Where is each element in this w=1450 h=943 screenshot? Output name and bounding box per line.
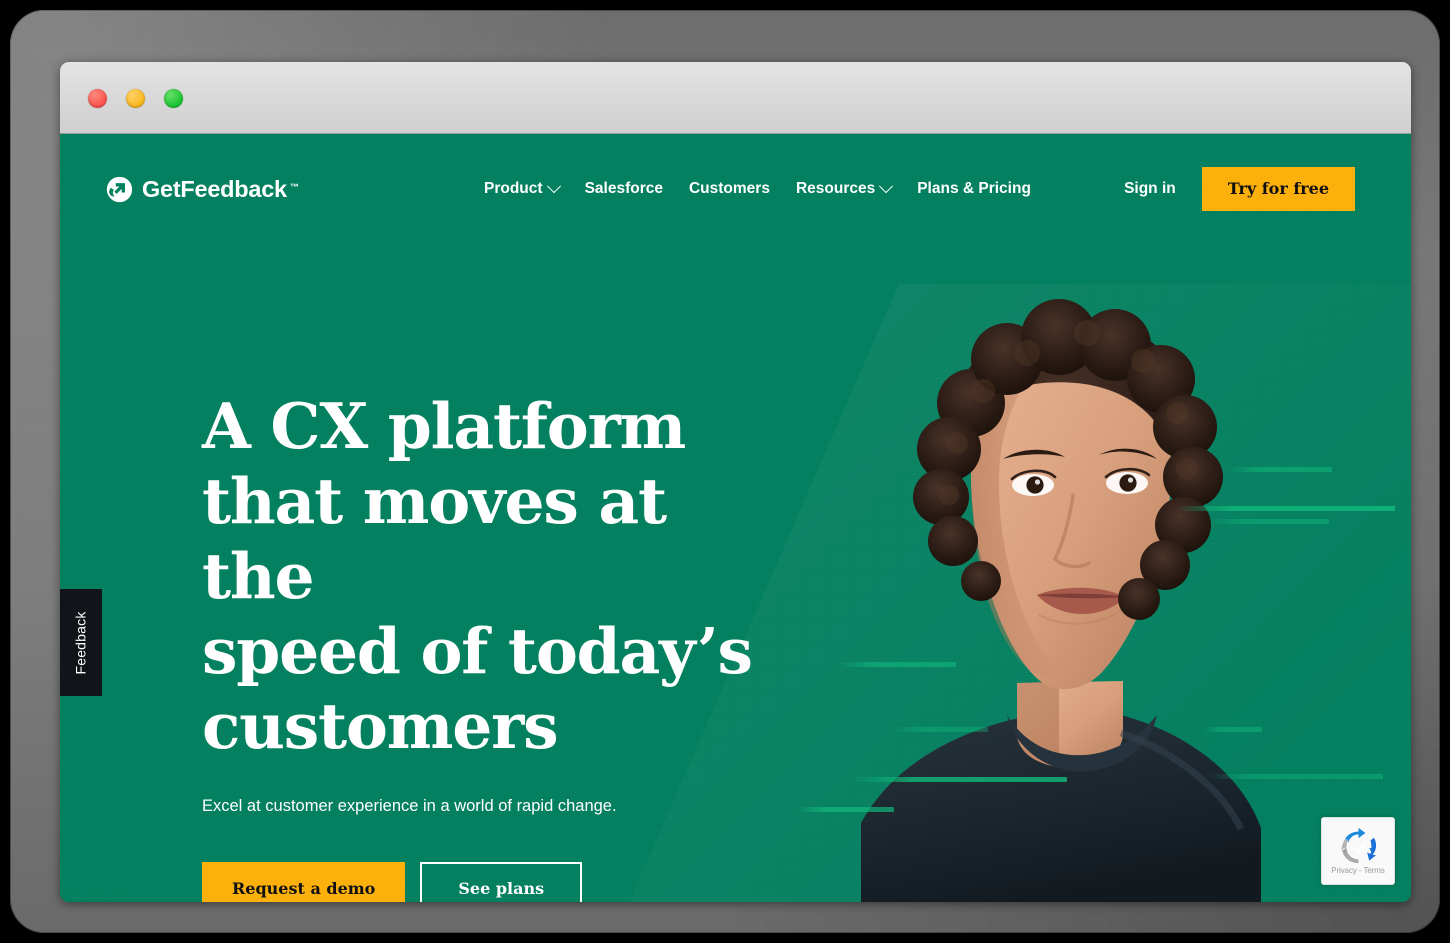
feedback-tab[interactable]: Feedback — [60, 589, 102, 696]
page-viewport: GetFeedback ™ Product Salesforce Custome… — [60, 134, 1411, 902]
brand-name: GetFeedback — [142, 175, 287, 202]
nav-item-resources-label: Resources — [795, 180, 876, 197]
nav-item-customers-label: Customers — [688, 180, 770, 197]
request-demo-button[interactable]: Request a demo — [202, 861, 406, 902]
browser-title-bar — [60, 62, 1411, 134]
recaptcha-icon — [1340, 827, 1376, 864]
nav-item-salesforce-label: Salesforce — [584, 180, 663, 197]
feedback-tab-label: Feedback — [73, 610, 89, 675]
getfeedback-swoosh-icon — [106, 176, 133, 202]
nav-item-salesforce[interactable]: Salesforce — [585, 180, 663, 198]
zoom-window-button[interactable] — [164, 89, 183, 108]
browser-window: GetFeedback ™ Product Salesforce Custome… — [60, 62, 1411, 902]
hero-subheading: Excel at customer experience in a world … — [202, 796, 617, 815]
sign-in-link[interactable]: Sign in — [1124, 180, 1176, 198]
hero-portrait-image — [821, 263, 1291, 902]
nav-item-resources[interactable]: Resources — [795, 179, 894, 198]
brand-logo[interactable]: GetFeedback ™ — [106, 176, 299, 203]
site-header: GetFeedback ™ Product Salesforce Custome… — [60, 134, 1411, 244]
hero-copy: A CX platform that moves at the speed of… — [202, 389, 762, 902]
nav-item-customers[interactable]: Customers — [689, 180, 770, 198]
hero-cta-group: Request a demo See plans — [202, 861, 762, 902]
recaptcha-privacy-terms-text[interactable]: Privacy - Terms — [1331, 866, 1385, 875]
close-window-button[interactable] — [88, 89, 107, 108]
nav-item-plans-pricing[interactable]: Plans & Pricing — [917, 180, 1031, 198]
main-navigation: Product Salesforce Customers Resources P… — [484, 179, 1031, 198]
recaptcha-badge[interactable]: Privacy - Terms — [1321, 817, 1395, 885]
try-for-free-button[interactable]: Try for free — [1201, 167, 1355, 211]
nav-item-product[interactable]: Product — [484, 179, 561, 198]
chevron-down-icon — [546, 179, 561, 194]
minimize-window-button[interactable] — [126, 89, 145, 108]
nav-item-product-label: Product — [484, 180, 543, 197]
brand-trademark: ™ — [289, 181, 299, 192]
see-plans-button[interactable]: See plans — [420, 861, 583, 902]
nav-item-plans-pricing-label: Plans & Pricing — [917, 180, 1031, 197]
header-actions: Sign in Try for free — [1124, 167, 1355, 211]
window-traffic-lights — [88, 89, 183, 108]
page-title: A CX platform that moves at the speed of… — [202, 389, 753, 763]
chevron-down-icon — [879, 179, 894, 194]
device-frame: GetFeedback ™ Product Salesforce Custome… — [10, 10, 1440, 933]
